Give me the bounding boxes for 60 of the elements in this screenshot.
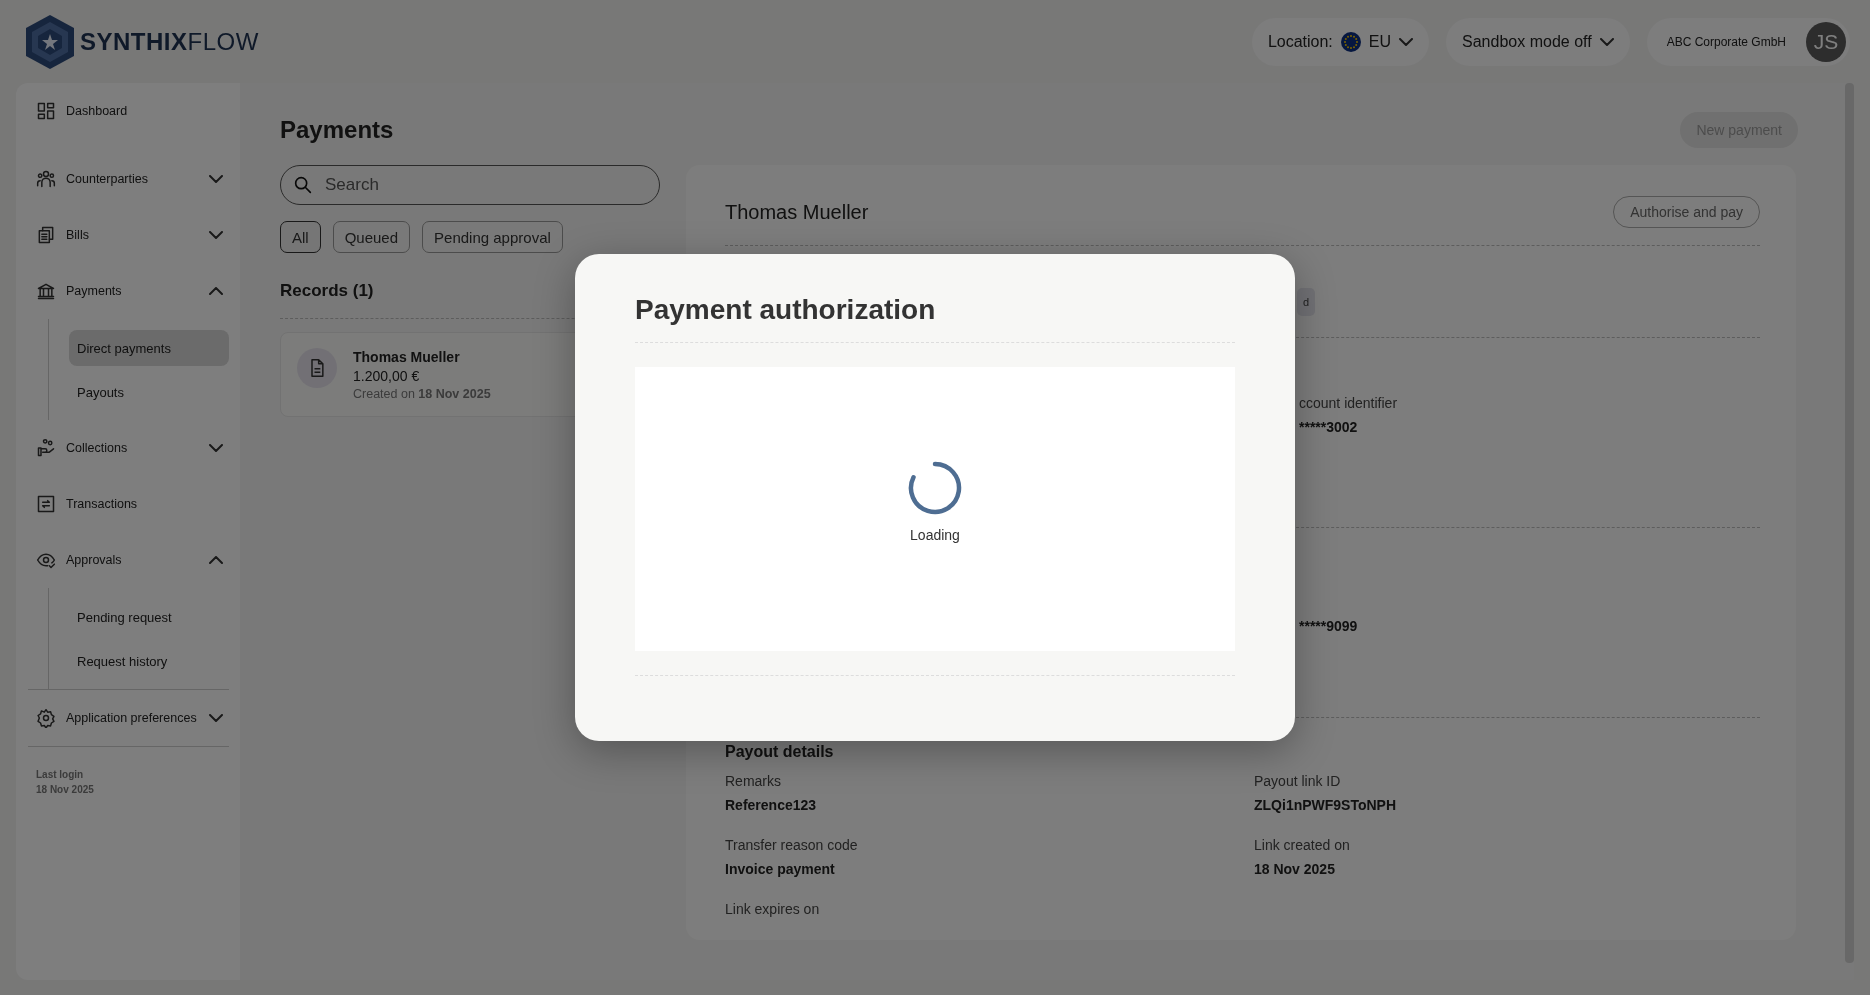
dashboard-icon [36, 101, 56, 121]
avatar: JS [1806, 21, 1846, 62]
filter-chip[interactable]: Queued [332, 221, 411, 253]
records-title: Records (1) [280, 281, 375, 301]
field-label: Link created on [1254, 837, 1351, 853]
field-label: Payout link ID [1254, 773, 1342, 789]
status-badge: d [1297, 287, 1316, 316]
field-value: 18 Nov 2025 [1254, 861, 1336, 877]
sidebar-item[interactable]: Collections [28, 420, 229, 476]
bank-icon [36, 281, 56, 301]
people-icon [36, 169, 56, 189]
logo-text: SYNTHIXFLOW [80, 27, 259, 56]
location-dropdown[interactable]: Location: EU [1251, 17, 1430, 66]
document-icon [297, 347, 337, 388]
sidebar-item[interactable]: Approvals [28, 532, 229, 588]
gear-icon [36, 708, 56, 728]
detail-title: Thomas Mueller [725, 200, 869, 224]
record-amount: 1.200,00 € [353, 367, 421, 384]
field-value: *****9099 [1299, 618, 1359, 634]
filter-chip[interactable]: Pending approval [422, 221, 563, 253]
last-login: Last login [35, 768, 85, 782]
search-field[interactable]: Search [280, 165, 660, 205]
account-menu[interactable]: ABC Corporate GmbH JS [1646, 17, 1850, 66]
flag-icon [1340, 31, 1361, 52]
field-label: ccount identifier [1299, 395, 1399, 411]
sidebar-subitem[interactable]: Pending request [69, 595, 229, 639]
chevron-down-icon [1599, 37, 1614, 46]
transfer-icon [36, 494, 56, 514]
documents-icon [36, 225, 56, 245]
sidebar-item[interactable]: Counterparties [28, 151, 229, 207]
field-label: Remarks [725, 773, 782, 789]
logo-icon [24, 13, 76, 70]
hand-coins-icon [36, 438, 56, 458]
eye-check-icon [36, 550, 56, 570]
record-date: Created on 18 Nov 2025 [353, 386, 491, 401]
section-heading: Payout details [725, 743, 835, 761]
record-name: Thomas Mueller [353, 348, 461, 365]
sidebar-item[interactable]: Application preferences [28, 690, 229, 746]
search-icon [292, 174, 314, 196]
sidebar-subitem[interactable]: Payouts [69, 370, 229, 414]
field-value: *****3002 [1299, 419, 1359, 435]
chevron-down-icon [1399, 37, 1414, 46]
sidebar-item[interactable]: Transactions [28, 476, 229, 532]
sandbox-dropdown[interactable]: Sandbox mode off [1446, 17, 1630, 66]
sidebar-item[interactable]: Bills [28, 207, 229, 263]
field-label: Link expires on [725, 901, 821, 917]
filter-chip[interactable]: All [280, 221, 321, 253]
modal-title: Payment authorization [635, 294, 937, 326]
last-login-date: 18 Nov 2025 [35, 783, 95, 797]
spinner-icon [908, 461, 962, 515]
sidebar-subitem[interactable]: Direct payments [69, 330, 229, 366]
field-label: Transfer reason code [725, 837, 859, 853]
field-value: Invoice payment [725, 861, 836, 877]
sidebar-item[interactable]: Payments [28, 263, 229, 319]
sidebar-subitem[interactable]: Request history [69, 639, 229, 683]
field-value: Reference123 [725, 797, 818, 813]
field-value: ZLQi1nPWF9SToNPH [1254, 797, 1398, 813]
sidebar-item[interactable]: Dashboard [28, 83, 229, 139]
loading-text: Loading [910, 527, 960, 543]
page-title: Payments [280, 116, 394, 144]
